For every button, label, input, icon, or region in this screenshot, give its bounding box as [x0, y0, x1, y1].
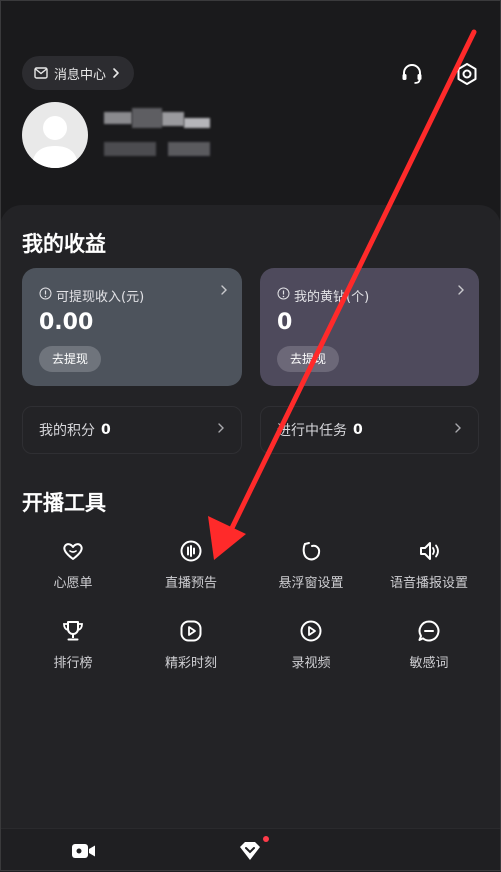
tool-leaderboard[interactable]: 排行榜	[18, 618, 128, 671]
notification-dot	[263, 836, 269, 842]
bottom-nav	[0, 828, 501, 872]
yellow-diamond-value: 0	[277, 310, 293, 335]
withdrawable-income-value: 0.00	[39, 310, 94, 335]
withdrawable-income-label: 可提现收入(元)	[56, 290, 145, 305]
chat-bubble-icon	[416, 618, 442, 644]
earnings-title: 我的收益	[22, 232, 106, 256]
headset-icon[interactable]	[399, 61, 425, 87]
highlight-play-icon	[178, 618, 204, 644]
chevron-right-icon	[220, 284, 228, 300]
diamond-icon[interactable]	[236, 839, 264, 863]
tools-title: 开播工具	[22, 491, 106, 515]
points-label: 我的积分	[39, 423, 95, 439]
chevron-right-icon	[217, 422, 225, 438]
chevron-right-icon	[112, 67, 120, 79]
tool-label: 直播预告	[164, 576, 217, 591]
message-center-button[interactable]: 消息中心	[22, 56, 135, 90]
tool-label: 心愿单	[53, 576, 93, 591]
tool-label: 录视频	[291, 656, 331, 671]
chevron-right-icon	[454, 422, 462, 438]
yellow-diamond-card[interactable]: 我的黄钻(个) 0 去提现	[260, 268, 479, 386]
live-preview-icon	[178, 538, 204, 564]
tool-sensitive-words[interactable]: 敏感词	[374, 618, 484, 671]
trophy-icon	[60, 618, 86, 644]
tool-floating-window[interactable]: 悬浮窗设置	[256, 538, 366, 591]
avatar[interactable]	[22, 102, 88, 168]
tool-label: 语音播报设置	[389, 576, 468, 591]
tool-voice-broadcast[interactable]: 语音播报设置	[374, 538, 484, 591]
tool-highlights[interactable]: 精彩时刻	[136, 618, 246, 671]
chevron-right-icon	[457, 284, 465, 300]
record-video-icon	[298, 618, 324, 644]
floating-window-icon	[298, 538, 324, 564]
heart-icon	[60, 538, 86, 564]
tool-label: 精彩时刻	[164, 656, 217, 671]
tasks-row[interactable]: 进行中任务 0	[260, 406, 479, 454]
info-icon	[39, 287, 52, 304]
points-value: 0	[101, 422, 111, 438]
video-camera-icon[interactable]	[70, 839, 98, 863]
tool-label: 排行榜	[53, 656, 93, 671]
mail-icon	[34, 67, 48, 79]
tasks-label: 进行中任务	[277, 423, 347, 439]
withdraw-button[interactable]: 去提现	[39, 346, 102, 372]
tasks-value: 0	[353, 422, 363, 438]
withdrawable-income-card[interactable]: 可提现收入(元) 0.00 去提现	[22, 268, 242, 386]
tool-label: 敏感词	[409, 656, 449, 671]
points-row[interactable]: 我的积分 0	[22, 406, 242, 454]
tool-record-video[interactable]: 录视频	[256, 618, 366, 671]
speaker-icon	[416, 538, 442, 564]
tool-wishlist[interactable]: 心愿单	[18, 538, 128, 591]
info-icon	[277, 287, 290, 304]
yellow-diamond-label: 我的黄钻(个)	[294, 290, 370, 305]
message-center-label: 消息中心	[54, 67, 107, 83]
tool-live-preview[interactable]: 直播预告	[136, 538, 246, 591]
withdraw-diamond-button[interactable]: 去提现	[277, 346, 340, 372]
tool-label: 悬浮窗设置	[278, 576, 344, 591]
settings-icon[interactable]	[454, 61, 480, 87]
